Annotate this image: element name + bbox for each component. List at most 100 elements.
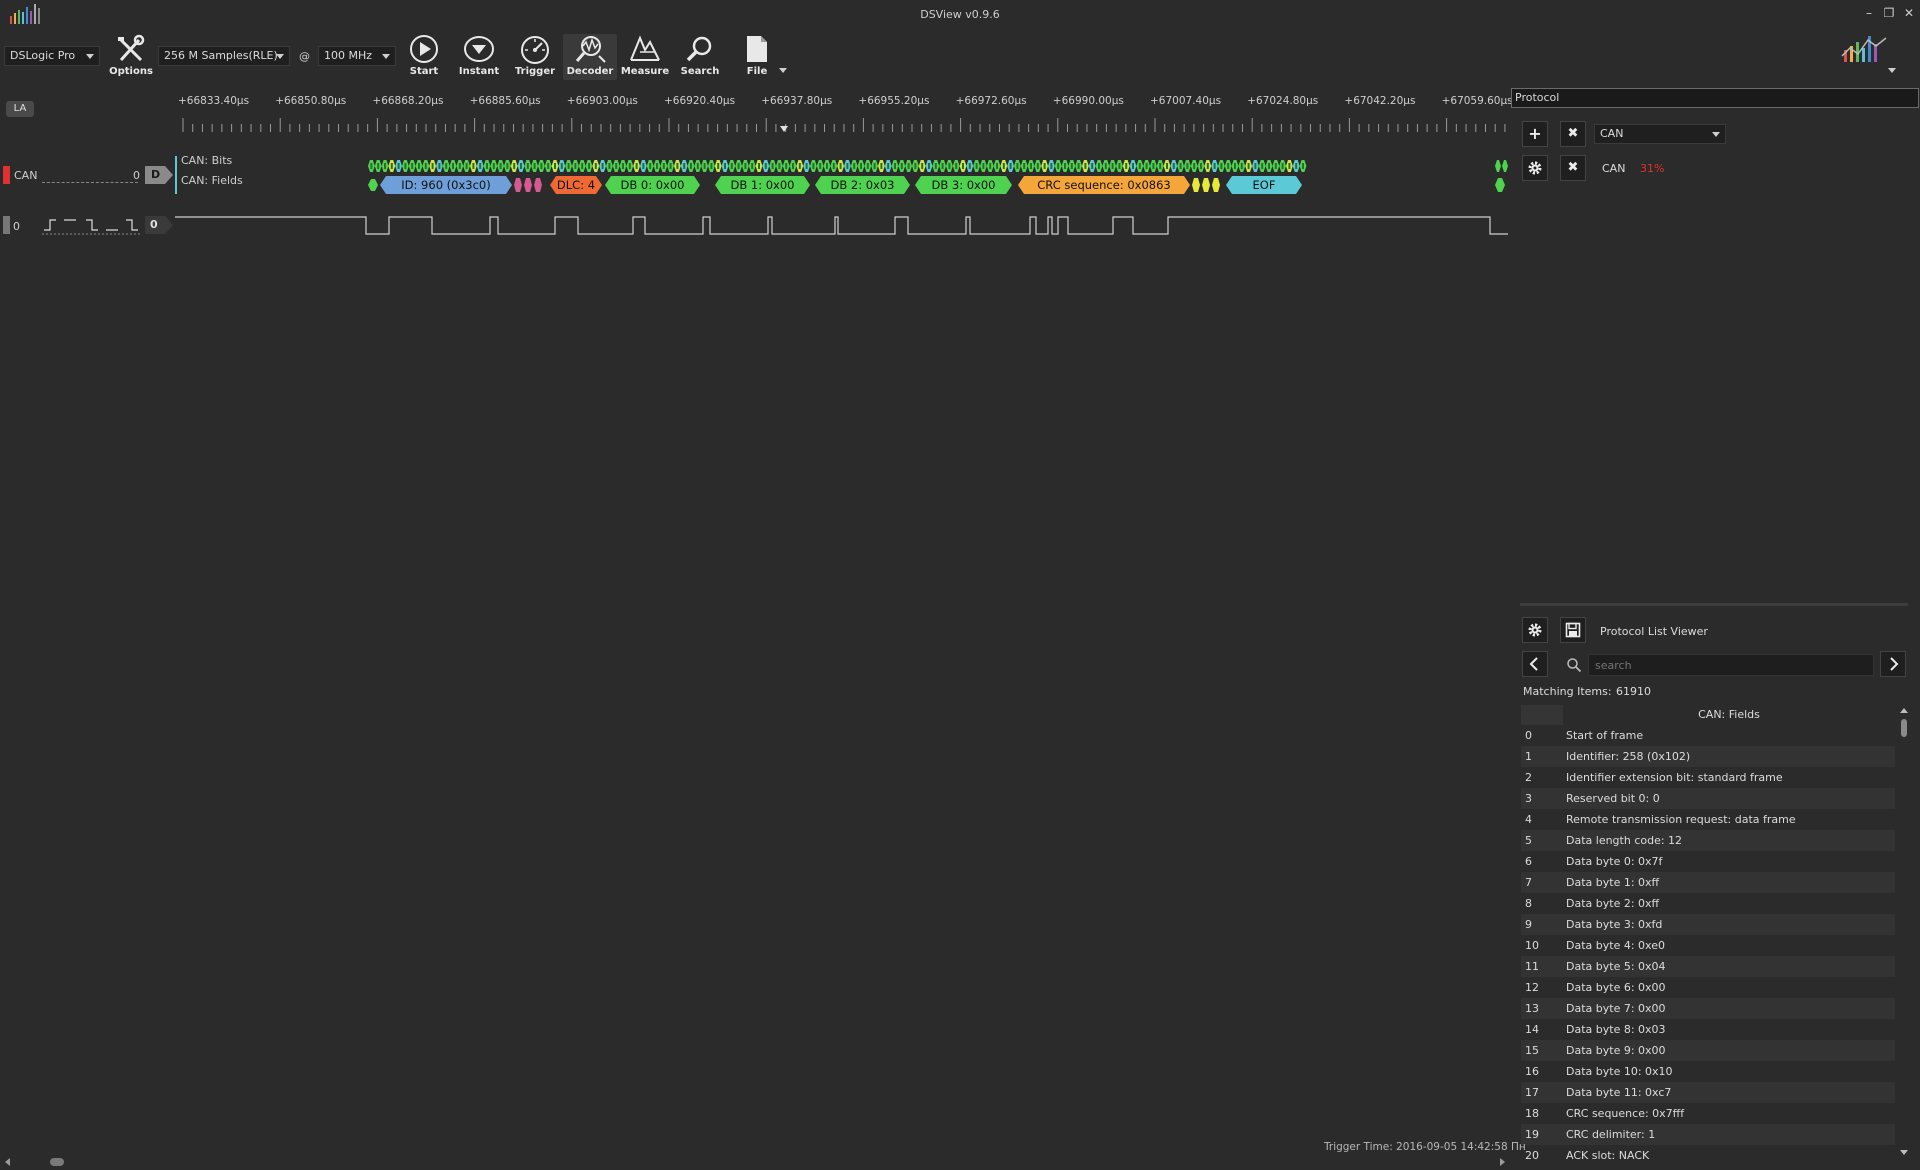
restore-button[interactable]: ❐	[1882, 6, 1896, 20]
bit-cell[interactable]	[912, 160, 919, 172]
bit-cell[interactable]	[980, 160, 987, 172]
instant-button[interactable]: Instant	[452, 34, 506, 80]
table-row[interactable]: 4 Remote transmission request: data frame	[1521, 809, 1895, 830]
table-row[interactable]: 0 Start of frame	[1521, 725, 1895, 746]
bit-cell[interactable]	[1292, 160, 1300, 172]
bit-cell[interactable]	[769, 160, 776, 172]
bit-cell[interactable]	[388, 160, 396, 172]
bit-cell[interactable]	[742, 160, 749, 172]
bit-cell[interactable]	[551, 160, 559, 172]
device-select[interactable]: DSLogic Pro	[4, 46, 100, 66]
bit-cell[interactable]	[932, 160, 940, 172]
bit-cell[interactable]	[816, 160, 824, 172]
table-row[interactable]: 16 Data byte 10: 0x10	[1521, 1061, 1895, 1082]
cursor-marker-icon[interactable]	[780, 126, 788, 132]
bit-cell[interactable]	[755, 160, 763, 172]
bit-cell[interactable]	[463, 160, 470, 172]
bit-cell[interactable]	[946, 160, 953, 172]
bit-cell[interactable]	[606, 160, 613, 172]
bit-cell[interactable]	[714, 160, 722, 172]
bit-cell[interactable]	[599, 160, 606, 172]
bit-cell[interactable]	[524, 160, 532, 172]
bit-cell[interactable]	[762, 160, 770, 172]
decoder-button[interactable]: Decoder	[563, 34, 617, 80]
table-row[interactable]: 3 Reserved bit 0: 0	[1521, 788, 1895, 809]
decoded-field[interactable]: DB 0: 0x00	[605, 176, 700, 194]
bit-cell[interactable]	[973, 160, 980, 172]
bit-cell[interactable]	[748, 160, 756, 172]
bit-cell[interactable]	[449, 160, 457, 172]
panel-splitter[interactable]	[1520, 603, 1908, 606]
bit-cell[interactable]	[857, 160, 865, 172]
bit-cell[interactable]	[619, 160, 627, 172]
remove-decoder-button[interactable]: ✖	[1560, 121, 1586, 147]
measure-button[interactable]: Measure	[618, 34, 672, 80]
bit-cell[interactable]	[1088, 160, 1096, 172]
bit-cell[interactable]	[408, 160, 416, 172]
bit-cell[interactable]	[646, 160, 654, 172]
bit-cell[interactable]	[1184, 160, 1191, 172]
bit-cell[interactable]	[1272, 160, 1280, 172]
bit-cell[interactable]	[1143, 160, 1150, 172]
bit-cell[interactable]	[844, 160, 851, 172]
bit-cell[interactable]	[1204, 160, 1212, 172]
sof-marker[interactable]	[368, 179, 378, 191]
bit-cell[interactable]	[674, 160, 681, 172]
bit-field-marker[interactable]	[534, 178, 542, 192]
table-row[interactable]: 8 Data byte 2: 0xff	[1521, 893, 1895, 914]
bit-cell[interactable]	[1034, 160, 1042, 172]
bit-cell[interactable]	[442, 160, 450, 172]
bit-cell[interactable]	[1502, 160, 1508, 172]
rate-select[interactable]: 100 MHz	[318, 46, 396, 66]
bit-cell[interactable]	[1061, 160, 1069, 172]
table-row[interactable]: 10 Data byte 4: 0xe0	[1521, 935, 1895, 956]
bit-cell[interactable]	[796, 160, 804, 172]
table-row[interactable]: 6 Data byte 0: 0x7f	[1521, 851, 1895, 872]
table-row[interactable]: 13 Data byte 7: 0x00	[1521, 998, 1895, 1019]
bit-cell[interactable]	[803, 160, 810, 172]
bit-cell[interactable]	[884, 160, 892, 172]
logo-menu-chevron-icon[interactable]	[1888, 68, 1896, 73]
bit-cell[interactable]	[395, 160, 402, 172]
file-button[interactable]: File	[730, 34, 784, 80]
bit-cell[interactable]	[1495, 160, 1501, 172]
table-row[interactable]: 11 Data byte 5: 0x04	[1521, 956, 1895, 977]
bit-cell[interactable]	[470, 160, 477, 172]
prev-match-button[interactable]	[1522, 651, 1548, 677]
bit-field-marker[interactable]	[524, 178, 532, 192]
bit-cell[interactable]	[1054, 160, 1062, 172]
protocol-list-table[interactable]: CAN: Fields 0 Start of frame 1 Identifier: …	[1521, 705, 1895, 1163]
bit-cell[interactable]	[1020, 160, 1028, 172]
waveform-area[interactable]: ID: 960 (0x3c0) DLC: 4 DB 0: 0x00 DB 1: 0x0…	[0, 150, 1510, 240]
bit-cell[interactable]	[667, 160, 674, 172]
bit-cell[interactable]	[565, 160, 572, 172]
bit-cell[interactable]	[1265, 160, 1273, 172]
bit-cell[interactable]	[850, 160, 858, 172]
bit-cell[interactable]	[497, 160, 504, 172]
bit-cell[interactable]	[721, 160, 729, 172]
bit-cell[interactable]	[415, 160, 423, 172]
decoded-field[interactable]: EOF	[1226, 176, 1302, 194]
table-row[interactable]: 2 Identifier extension bit: standard fram…	[1521, 767, 1895, 788]
bit-cell[interactable]	[925, 160, 933, 172]
decoded-field[interactable]: DB 1: 0x00	[715, 176, 810, 194]
bit-cell[interactable]	[891, 160, 899, 172]
column-header-fields[interactable]: CAN: Fields	[1563, 708, 1895, 721]
bit-cell[interactable]	[776, 160, 783, 172]
bit-cell[interactable]	[1048, 160, 1055, 172]
decoded-field[interactable]: ID: 960 (0x3c0)	[380, 176, 512, 194]
bit-cell[interactable]	[1129, 160, 1137, 172]
bit-cell[interactable]	[878, 160, 885, 172]
bit-cell[interactable]	[1068, 160, 1076, 172]
bit-cell[interactable]	[735, 160, 742, 172]
list-vertical-scrollbar[interactable]	[1898, 705, 1910, 1160]
bit-cell[interactable]	[510, 160, 518, 172]
bit-cell[interactable]	[837, 160, 844, 172]
bit-cell[interactable]	[592, 160, 600, 172]
decoded-field[interactable]: DB 2: 0x03	[815, 176, 910, 194]
bit-cell[interactable]	[538, 160, 545, 172]
table-row[interactable]: 5 Data length code: 12	[1521, 830, 1895, 851]
bit-cell[interactable]	[1197, 160, 1205, 172]
list-save-button[interactable]	[1560, 617, 1586, 643]
add-decoder-button[interactable]: +	[1522, 121, 1548, 147]
